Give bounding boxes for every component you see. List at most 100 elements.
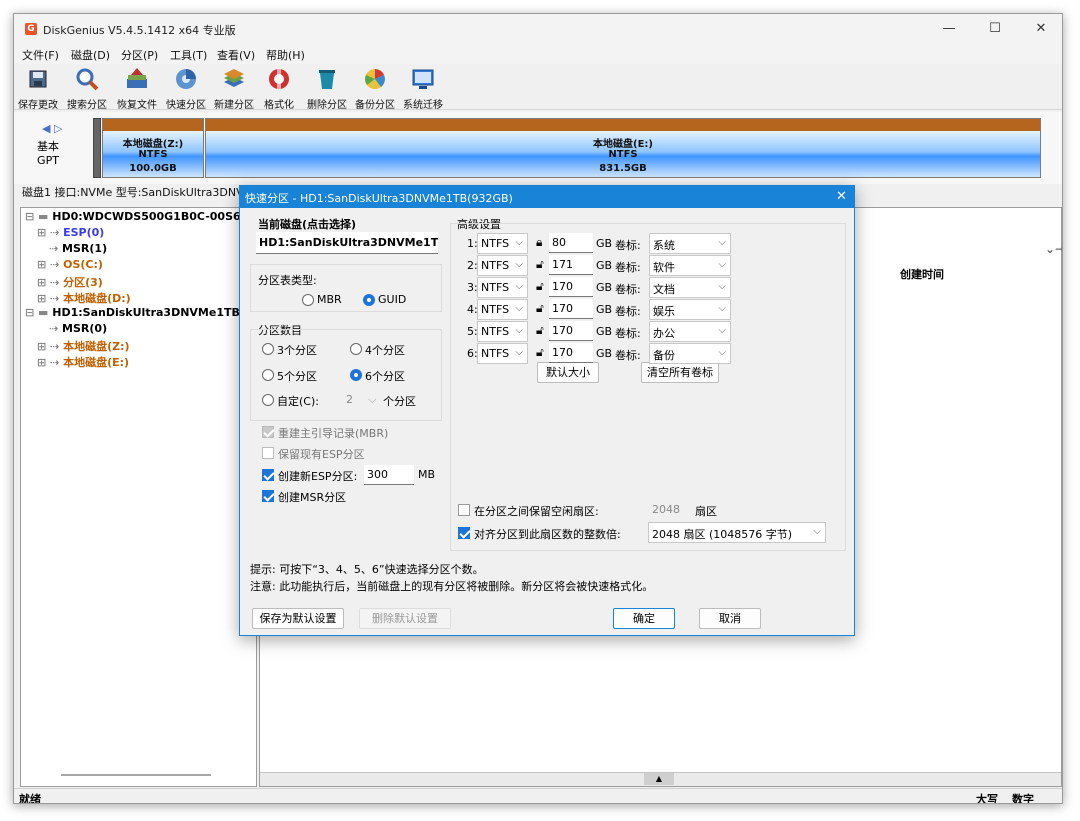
align-checkbox[interactable] (458, 527, 470, 539)
horizontal-scrollbar[interactable]: ▲ (260, 772, 1061, 786)
size-input[interactable]: 170 (549, 277, 593, 297)
toolbar-backup-partition-button[interactable]: 备份分区 (352, 66, 398, 111)
delete-default-button[interactable]: 删除默认设置 (359, 608, 451, 629)
menu-tools[interactable]: 工具(T) (170, 47, 207, 63)
lock-open-icon[interactable]: 🔓︎ (536, 301, 544, 316)
esp-size-input[interactable]: 300 (364, 465, 414, 485)
tree-node-local-e[interactable]: ⊞ ⇢ 本地磁盘(E:) (37, 354, 129, 370)
partition-block-e[interactable]: 本地磁盘(E:) NTFS 831.5GB (205, 118, 1041, 178)
esp-msr-slice[interactable] (93, 118, 101, 178)
count-6-label[interactable]: 6个分区 (365, 368, 405, 384)
lock-open-icon[interactable]: 🔓︎ (536, 279, 544, 294)
fs-select[interactable]: NTFS ⌵ (477, 233, 528, 254)
guid-radio[interactable] (363, 294, 375, 306)
size-input[interactable]: 171 (549, 255, 593, 275)
lock-open-icon[interactable]: 🔓︎ (536, 323, 544, 338)
keep-free-value[interactable]: 2048 (652, 503, 680, 516)
toolbar-system-migration-button[interactable]: 系统迁移 (400, 66, 446, 111)
rebuild-mbr-checkbox[interactable] (262, 426, 274, 438)
size-input[interactable]: 80 (549, 233, 593, 253)
scroll-up-icon[interactable]: ▲ (644, 773, 674, 785)
lock-open-icon[interactable]: 🔓︎ (536, 345, 544, 360)
fs-select[interactable]: NTFS ⌵ (477, 277, 528, 298)
toolbar-recover-files-button[interactable]: 恢复文件 (114, 66, 160, 111)
tree-node-local-d[interactable]: ⊞ ⇢ 本地磁盘(D:) (37, 290, 131, 306)
count-3-radio[interactable] (262, 343, 274, 355)
tree-node-local-z[interactable]: ⊞ ⇢ 本地磁盘(Z:) (37, 338, 130, 354)
tree-node-partition3[interactable]: ⊞ ⇢ 分区(3) (37, 274, 103, 290)
expand-arrow-icon[interactable]: ⌄→ (1045, 242, 1062, 258)
create-esp-label[interactable]: 创建新ESP分区: (278, 468, 357, 484)
menu-partition[interactable]: 分区(P) (121, 47, 158, 63)
save-default-button[interactable]: 保存为默认设置 (252, 608, 344, 629)
count-5-radio[interactable] (262, 369, 274, 381)
maximize-button[interactable]: ☐ (972, 14, 1018, 44)
fs-select[interactable]: NTFS ⌵ (477, 343, 528, 364)
keep-free-label[interactable]: 在分区之间保留空闲扇区: (474, 503, 599, 519)
menu-file[interactable]: 文件(F) (22, 47, 59, 63)
partition-block-z[interactable]: 本地磁盘(Z:) NTFS 100.0GB (102, 118, 204, 178)
cancel-button[interactable]: 取消 (699, 608, 761, 629)
tree-node-os-c[interactable]: ⊞ ⇢ OS(C:) (37, 258, 103, 271)
default-size-button[interactable]: 默认大小 (537, 362, 599, 383)
count-custom-label[interactable]: 自定(C): (277, 393, 319, 409)
size-input[interactable]: 170 (549, 321, 593, 341)
toolbar-quick-partition-button[interactable]: 快速分区 (163, 66, 209, 111)
mbr-radio-label[interactable]: MBR (317, 293, 342, 306)
tree-node-hd0[interactable]: ⊟ ▬ HD0:WDCWDS500G1B0C-00S6U0(4 (25, 210, 270, 223)
current-disk-field[interactable]: HD1:SanDiskUltra3DNVMe1TB(9 (256, 232, 438, 254)
align-label[interactable]: 对齐分区到此扇区数的整数倍: (474, 526, 621, 542)
fs-select[interactable]: NTFS ⌵ (477, 321, 528, 342)
minimize-button[interactable]: — (926, 14, 972, 44)
tree-node-msr0[interactable]: ⇢ MSR(0) (49, 322, 107, 335)
volume-label-select[interactable]: 文档 ⌵ (649, 277, 731, 298)
tree-scrollbar[interactable] (61, 774, 211, 776)
count-5-label[interactable]: 5个分区 (277, 368, 317, 384)
lock-closed-icon[interactable]: 🔒︎ (536, 235, 542, 250)
keep-esp-label[interactable]: 保留现有ESP分区 (278, 446, 365, 462)
size-input[interactable]: 170 (549, 299, 593, 319)
rebuild-mbr-label[interactable]: 重建主引导记录(MBR) (278, 425, 388, 441)
count-custom-radio[interactable] (262, 394, 274, 406)
keep-free-checkbox[interactable] (458, 504, 470, 516)
count-4-label[interactable]: 4个分区 (365, 342, 405, 358)
volume-label-select[interactable]: 软件 ⌵ (649, 255, 731, 276)
size-input[interactable]: 170 (549, 343, 593, 363)
volume-label-select[interactable]: 办公 ⌵ (649, 321, 731, 342)
dialog-close-button[interactable]: ✕ (836, 189, 847, 204)
align-select[interactable]: 2048 扇区 (1048576 字节) ⌵ (648, 522, 826, 543)
tree-node-msr1[interactable]: ⇢ MSR(1) (49, 242, 107, 255)
tree-node-hd1[interactable]: ⊟ ▬ HD1:SanDiskUltra3DNVMe1TB(932 (25, 306, 268, 319)
menu-disk[interactable]: 磁盘(D) (71, 47, 110, 63)
toolbar-delete-partition-button[interactable]: 删除分区 (304, 66, 350, 111)
toolbar-search-partition-button[interactable]: 搜索分区 (64, 66, 110, 111)
mbr-radio[interactable] (302, 294, 314, 306)
keep-esp-checkbox[interactable] (262, 447, 274, 459)
lock-open-icon[interactable]: 🔓︎ (536, 257, 544, 272)
create-msr-checkbox[interactable] (262, 490, 274, 502)
chevron-down-icon[interactable]: ⌵ (368, 393, 376, 407)
custom-count-select[interactable]: 2 (346, 393, 353, 406)
count-3-label[interactable]: 3个分区 (277, 342, 317, 358)
toolbar-new-partition-button[interactable]: 新建分区 (211, 66, 257, 111)
disk-nav-arrows[interactable]: ◀ ▷ (42, 122, 62, 135)
create-esp-checkbox[interactable] (262, 469, 274, 481)
tree-node-esp[interactable]: ⊞ ⇢ ESP(0) (37, 226, 104, 239)
count-4-radio[interactable] (350, 343, 362, 355)
volume-label-select[interactable]: 备份 ⌵ (649, 343, 731, 364)
volume-label-select[interactable]: 系统 ⌵ (649, 233, 731, 254)
column-created-time[interactable]: 创建时间 (900, 266, 944, 282)
create-msr-label[interactable]: 创建MSR分区 (278, 489, 346, 505)
ok-button[interactable]: 确定 (613, 608, 675, 629)
menu-view[interactable]: 查看(V) (217, 47, 255, 63)
toolbar-save-button[interactable]: 保存更改 (16, 66, 60, 111)
guid-radio-label[interactable]: GUID (378, 293, 406, 306)
close-button[interactable]: ✕ (1018, 14, 1062, 44)
volume-label-select[interactable]: 娱乐 ⌵ (649, 299, 731, 320)
toolbar-format-button[interactable]: 格式化 (261, 66, 297, 111)
clear-labels-button[interactable]: 清空所有卷标 (641, 362, 719, 383)
menu-help[interactable]: 帮助(H) (266, 47, 305, 63)
fs-select[interactable]: NTFS ⌵ (477, 255, 528, 276)
fs-select[interactable]: NTFS ⌵ (477, 299, 528, 320)
count-6-radio[interactable] (350, 369, 362, 381)
